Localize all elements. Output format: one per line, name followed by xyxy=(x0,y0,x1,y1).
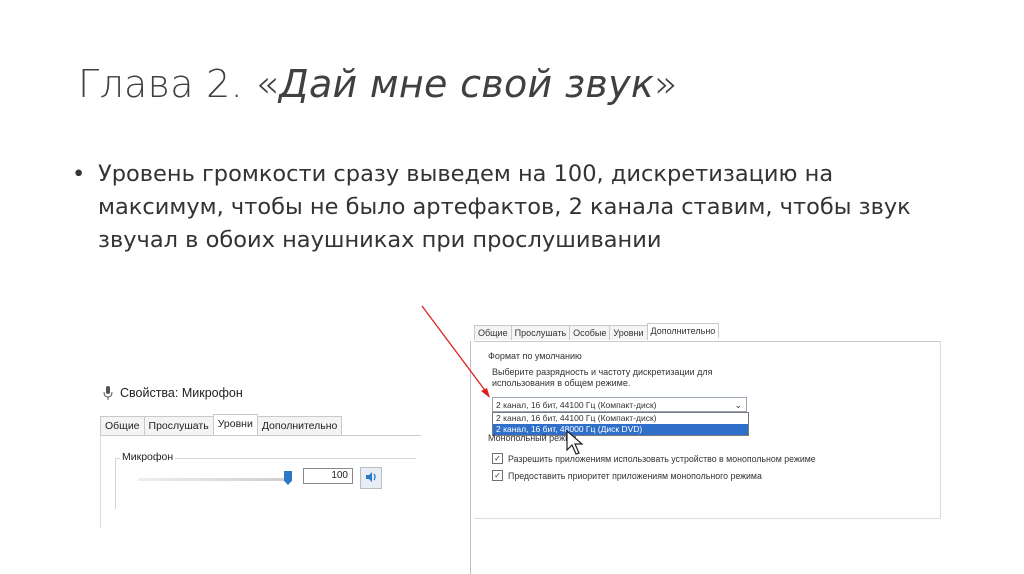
bullet-dot: • xyxy=(72,161,86,187)
tab-general[interactable]: Общие xyxy=(474,325,512,340)
title-suffix: » xyxy=(654,62,678,106)
default-format-description: Выберите разрядность и частоту дискретиз… xyxy=(492,367,752,389)
tab-listen[interactable]: Прослушать xyxy=(510,325,571,340)
tab-general[interactable]: Общие xyxy=(100,416,145,436)
checkbox-checked[interactable]: ✓ xyxy=(492,470,503,481)
allow-exclusive-label: Разрешить приложениям использовать устро… xyxy=(508,453,816,464)
advanced-dialog-tabs: Общие Прослушать Особые Уровни Дополните… xyxy=(474,323,720,340)
dropdown-option[interactable]: 2 канал, 16 бит, 44100 Гц (Компакт-диск) xyxy=(493,413,748,424)
tab-advanced[interactable]: Дополнительно xyxy=(646,323,720,338)
tab-levels[interactable]: Уровни xyxy=(609,325,648,340)
volume-slider-track xyxy=(138,478,286,481)
checkbox-checked[interactable]: ✓ xyxy=(492,453,503,464)
speaker-icon xyxy=(364,470,378,487)
mic-dialog-title: Свойства: Микрофон xyxy=(120,386,243,400)
microphone-icon xyxy=(102,385,114,401)
advanced-properties-dialog: Общие Прослушать Особые Уровни Дополните… xyxy=(470,319,942,574)
priority-exclusive-label: Предоставить приоритет приложениям моноп… xyxy=(508,470,762,481)
volume-value-field[interactable]: 100 xyxy=(303,468,353,484)
mic-properties-dialog: Свойства: Микрофон Общие Прослушать Уров… xyxy=(98,383,424,528)
bullet-point: • Уровень громкости сразу выведем на 100… xyxy=(72,158,932,257)
mute-toggle-button[interactable] xyxy=(360,467,382,489)
microphone-group: Микрофон 100 xyxy=(115,451,416,509)
levels-panel: Микрофон 100 xyxy=(100,435,421,528)
priority-exclusive-checkbox-row[interactable]: ✓ Предоставить приоритет приложениям мон… xyxy=(492,470,762,481)
mic-dialog-titlebar: Свойства: Микрофон xyxy=(102,385,243,401)
tab-levels[interactable]: Уровни xyxy=(212,414,258,434)
dialog-border xyxy=(470,341,471,574)
title-prefix: Глава 2. « xyxy=(78,62,279,106)
desc-line-2: использования в общем режиме. xyxy=(492,378,631,388)
tab-enhancements[interactable]: Особые xyxy=(569,325,611,340)
format-select-value: 2 канал, 16 бит, 44100 Гц (Компакт-диск) xyxy=(496,400,657,410)
tab-listen[interactable]: Прослушать xyxy=(143,416,214,436)
bullet-text: Уровень громкости сразу выведем на 100, … xyxy=(98,161,911,253)
mic-dialog-tabs: Общие Прослушать Уровни Дополнительно xyxy=(100,414,343,436)
title-italic: Дай мне свой звук xyxy=(278,62,655,106)
microphone-group-label: Микрофон xyxy=(120,451,176,463)
tab-advanced[interactable]: Дополнительно xyxy=(256,416,343,436)
allow-exclusive-checkbox-row[interactable]: ✓ Разрешить приложениям использовать уст… xyxy=(492,453,816,464)
slide-title: Глава 2. «Дай мне свой звук» xyxy=(78,62,678,106)
mouse-cursor-icon xyxy=(566,429,584,461)
desc-line-1: Выберите разрядность и частоту дискретиз… xyxy=(492,367,713,377)
default-format-label: Формат по умолчанию xyxy=(488,351,582,361)
format-select[interactable]: 2 канал, 16 бит, 44100 Гц (Компакт-диск)… xyxy=(492,397,747,412)
volume-slider-thumb[interactable] xyxy=(284,471,292,485)
volume-slider[interactable] xyxy=(138,471,292,485)
chevron-down-icon: ⌄ xyxy=(734,400,742,410)
exclusive-mode-label: Монопольный режим xyxy=(488,433,577,443)
